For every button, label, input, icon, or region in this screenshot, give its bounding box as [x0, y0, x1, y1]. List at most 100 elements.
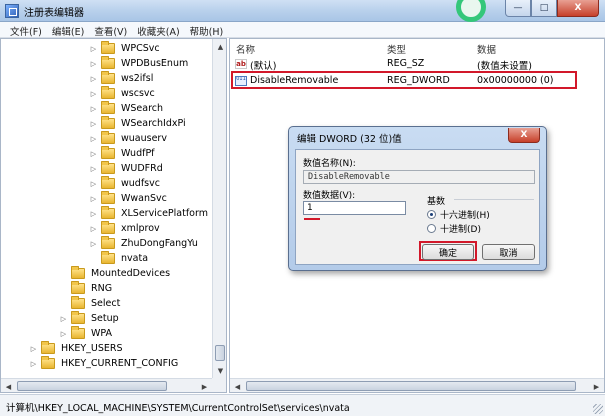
maximize-button[interactable]: □	[531, 0, 557, 17]
tree-item[interactable]: ▷ wudfsvc	[89, 176, 162, 191]
tree-item[interactable]: ▷ WwanSvc	[89, 191, 169, 206]
dialog-body: 数值名称(N): DisableRemovable 数值数据(V): 1 基数 …	[295, 149, 540, 265]
minimize-button[interactable]: —	[505, 0, 531, 17]
expand-arrow-icon[interactable]: ▷	[89, 164, 98, 173]
menu-help[interactable]: 帮助(H)	[188, 22, 232, 38]
tree-item-label: wscsvc	[121, 88, 155, 99]
expand-arrow-icon[interactable]: ▷	[89, 209, 98, 218]
folder-icon	[71, 311, 85, 324]
scroll-left-icon[interactable]: ◀	[230, 379, 245, 392]
tree-item[interactable]: ▷ ZhuDongFangYu	[89, 236, 200, 251]
tree-item[interactable]: nvata	[89, 251, 150, 266]
edit-dword-dialog: 编辑 DWORD (32 位)值 X 数值名称(N): DisableRemov…	[288, 126, 547, 271]
folder-icon	[71, 296, 85, 309]
scroll-left-icon[interactable]: ◀	[1, 379, 16, 392]
tree-item[interactable]: ▷ WudfPf	[89, 146, 157, 161]
values-hscroll-thumb[interactable]	[246, 381, 576, 391]
expand-arrow-icon[interactable]: ▷	[29, 344, 38, 353]
expand-arrow-icon[interactable]: ▷	[89, 179, 98, 188]
menu-file[interactable]: 文件(F)	[8, 22, 50, 38]
radio-decimal[interactable]: 十进制(D)	[427, 222, 481, 235]
column-header-type[interactable]: 类型	[387, 42, 406, 56]
radio-hexadecimal[interactable]: 十六进制(H)	[427, 208, 490, 221]
radio-unselected-icon[interactable]	[427, 224, 436, 233]
tree-item[interactable]: ▷ WSearchIdxPi	[89, 116, 188, 131]
expand-arrow-icon[interactable]: ▷	[89, 194, 98, 203]
column-header-name[interactable]: 名称	[236, 42, 255, 56]
expand-arrow-icon[interactable]: ▷	[59, 329, 68, 338]
tree-vertical-scrollbar[interactable]: ▲ ▼	[212, 39, 226, 378]
expand-arrow-icon[interactable]	[59, 284, 68, 293]
string-value-icon: ab	[235, 59, 247, 69]
expand-arrow-icon[interactable]: ▷	[89, 149, 98, 158]
menu-view[interactable]: 查看(V)	[92, 22, 135, 38]
tree-item[interactable]: ▷ WSearch	[89, 101, 165, 116]
tree-item[interactable]: ▷ xmlprov	[89, 221, 162, 236]
tree-item[interactable]: ▷ ws2ifsl	[89, 71, 155, 86]
tree-item[interactable]: ▷ Setup	[59, 311, 121, 326]
folder-icon	[41, 341, 55, 354]
tree-item[interactable]: ▷ wscsvc	[89, 86, 157, 101]
cancel-button[interactable]: 取消	[482, 244, 535, 260]
expand-arrow-icon[interactable]: ▷	[89, 89, 98, 98]
tree-item-label: WPA	[91, 328, 113, 339]
tree-item[interactable]: ▷ WPDBusEnum	[89, 56, 190, 71]
tree-item[interactable]: MountedDevices	[59, 266, 172, 281]
tree-scroll-thumb[interactable]	[215, 345, 225, 361]
scroll-corner	[212, 378, 226, 392]
tree-item[interactable]: ▷ WPA	[59, 326, 114, 341]
expand-arrow-icon[interactable]: ▷	[89, 44, 98, 53]
expand-arrow-icon[interactable]	[59, 269, 68, 278]
value-row-default[interactable]: ab (默认) REG_SZ (数值未设置)	[230, 56, 604, 72]
scroll-right-icon[interactable]: ▶	[589, 379, 604, 392]
tree-item-label: WSearch	[121, 103, 164, 114]
status-bar: 计算机\HKEY_LOCAL_MACHINE\SYSTEM\CurrentCon…	[0, 394, 605, 416]
tree-item[interactable]: ▷ wuauserv	[89, 131, 169, 146]
tree-item-label: Setup	[91, 313, 119, 324]
folder-icon	[101, 116, 115, 129]
value-data-label: 数值数据(V):	[303, 191, 356, 201]
value-data-input[interactable]: 1	[303, 201, 406, 215]
radio-selected-icon[interactable]	[427, 210, 436, 219]
tree-hscroll-thumb[interactable]	[17, 381, 167, 391]
tree-item[interactable]: Select	[59, 296, 122, 311]
column-header-data[interactable]: 数据	[477, 42, 496, 56]
expand-arrow-icon[interactable]: ▷	[89, 134, 98, 143]
expand-arrow-icon[interactable]: ▷	[89, 119, 98, 128]
expand-arrow-icon[interactable]: ▷	[89, 104, 98, 113]
scroll-up-icon[interactable]: ▲	[213, 39, 226, 54]
tree-horizontal-scrollbar[interactable]: ◀ ▶	[1, 378, 212, 392]
folder-icon	[101, 41, 115, 54]
tree-item[interactable]: ▷ WUDFRd	[89, 161, 165, 176]
expand-arrow-icon[interactable]: ▷	[89, 74, 98, 83]
expand-arrow-icon[interactable]: ▷	[59, 314, 68, 323]
scroll-right-icon[interactable]: ▶	[197, 379, 212, 392]
expand-arrow-icon[interactable]: ▷	[89, 224, 98, 233]
tree-item-label: XLServicePlatform	[121, 208, 208, 219]
registry-tree[interactable]: ▷ WPCSvc ▷ WPDBusEnum ▷ ws2ifsl ▷ wscsvc ▷ WSearc…	[0, 38, 227, 393]
tree-item[interactable]: ▷ WPCSvc	[89, 41, 162, 56]
scroll-down-icon[interactable]: ▼	[213, 363, 226, 378]
expand-arrow-icon[interactable]: ▷	[89, 239, 98, 248]
tree-item[interactable]: ▷ HKEY_CURRENT_CONFIG	[29, 356, 180, 371]
tree-item[interactable]: ▷ HKEY_USERS	[29, 341, 125, 356]
folder-icon	[101, 146, 115, 159]
tree-item[interactable]: RNG	[59, 281, 114, 296]
menu-edit[interactable]: 编辑(E)	[50, 22, 92, 38]
values-horizontal-scrollbar[interactable]: ◀ ▶	[230, 378, 604, 392]
annotation-underline	[304, 218, 320, 220]
expand-arrow-icon[interactable]: ▷	[89, 59, 98, 68]
folder-icon	[101, 161, 115, 174]
menu-favorites[interactable]: 收藏夹(A)	[135, 22, 187, 38]
tree-item[interactable]: ▷ XLServicePlatform	[89, 206, 210, 221]
expand-arrow-icon[interactable]	[89, 254, 98, 263]
expand-arrow-icon[interactable]: ▷	[29, 359, 38, 368]
tree-item-label: nvata	[121, 253, 149, 264]
tree-item-label: WSearchIdxPi	[121, 118, 186, 129]
ok-button[interactable]: 确定	[422, 244, 474, 260]
expand-arrow-icon[interactable]	[59, 299, 68, 308]
value-type: REG_SZ	[387, 58, 425, 69]
dialog-close-button[interactable]: X	[508, 128, 540, 143]
resize-grip-icon[interactable]	[593, 404, 603, 414]
close-button[interactable]: X	[557, 0, 599, 17]
